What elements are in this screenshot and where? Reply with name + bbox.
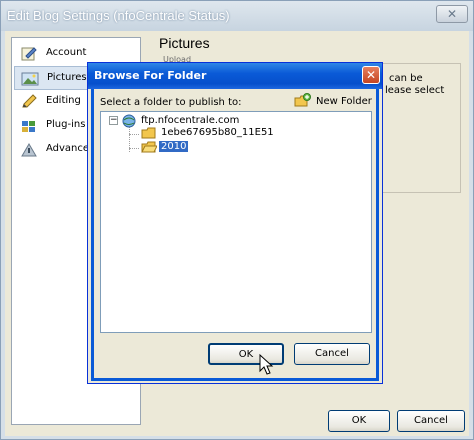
sidebar-item-label: Pictures: [47, 72, 87, 83]
open-folder-icon: [141, 141, 157, 153]
outer-cancel-button[interactable]: Cancel: [397, 410, 465, 432]
mouse-cursor-icon: [259, 353, 274, 375]
bg-text-can-be: can be: [389, 73, 423, 84]
outer-window-title: Edit Blog Settings (nfoCentrale Status): [7, 8, 230, 23]
tree-connector: [129, 148, 139, 149]
sidebar-item-label: Editing: [46, 95, 81, 106]
tree-connector: [129, 134, 139, 135]
pencil-icon: [22, 94, 37, 108]
new-folder-button[interactable]: New Folder: [294, 93, 376, 111]
expander-icon[interactable]: −: [109, 116, 118, 125]
dialog-title: Browse For Folder: [94, 69, 207, 82]
outer-ok-button[interactable]: OK: [328, 410, 390, 432]
puzzle-icon: [22, 121, 35, 132]
advanced-icon: [21, 143, 37, 157]
dialog-title-bar: Browse For Folder ✕: [88, 63, 382, 89]
outer-close-button[interactable]: ✕: [436, 5, 468, 23]
tree-node-label: ftp.nfocentrale.com: [141, 115, 240, 126]
page-title: Pictures: [159, 35, 210, 51]
ftp-server-icon: [122, 114, 136, 128]
tree-node-label: 1ebe67695b80_11E51: [161, 127, 274, 138]
browse-folder-dialog: Browse For Folder ✕ Select a folder to p…: [87, 62, 383, 384]
sidebar-item-label: Plug-ins: [46, 119, 86, 130]
dialog-close-button[interactable]: ✕: [362, 66, 380, 84]
new-folder-label: New Folder: [316, 96, 372, 107]
folder-icon: [141, 127, 156, 139]
folder-prompt: Select a folder to publish to:: [100, 97, 242, 108]
folder-tree[interactable]: − ftp.nfocentrale.com 1ebe67695b80_11E51…: [100, 111, 372, 333]
tree-node-label: 2010: [159, 141, 189, 152]
new-folder-icon: [294, 93, 311, 107]
account-icon: [21, 47, 37, 61]
bg-text-please-select: lease select: [385, 85, 445, 96]
sidebar-item-label: Account: [46, 47, 87, 58]
outer-title-bar: Edit Blog Settings (nfoCentrale Status) …: [1, 1, 473, 31]
dialog-cancel-button[interactable]: Cancel: [294, 343, 370, 365]
pictures-icon: [21, 72, 39, 86]
